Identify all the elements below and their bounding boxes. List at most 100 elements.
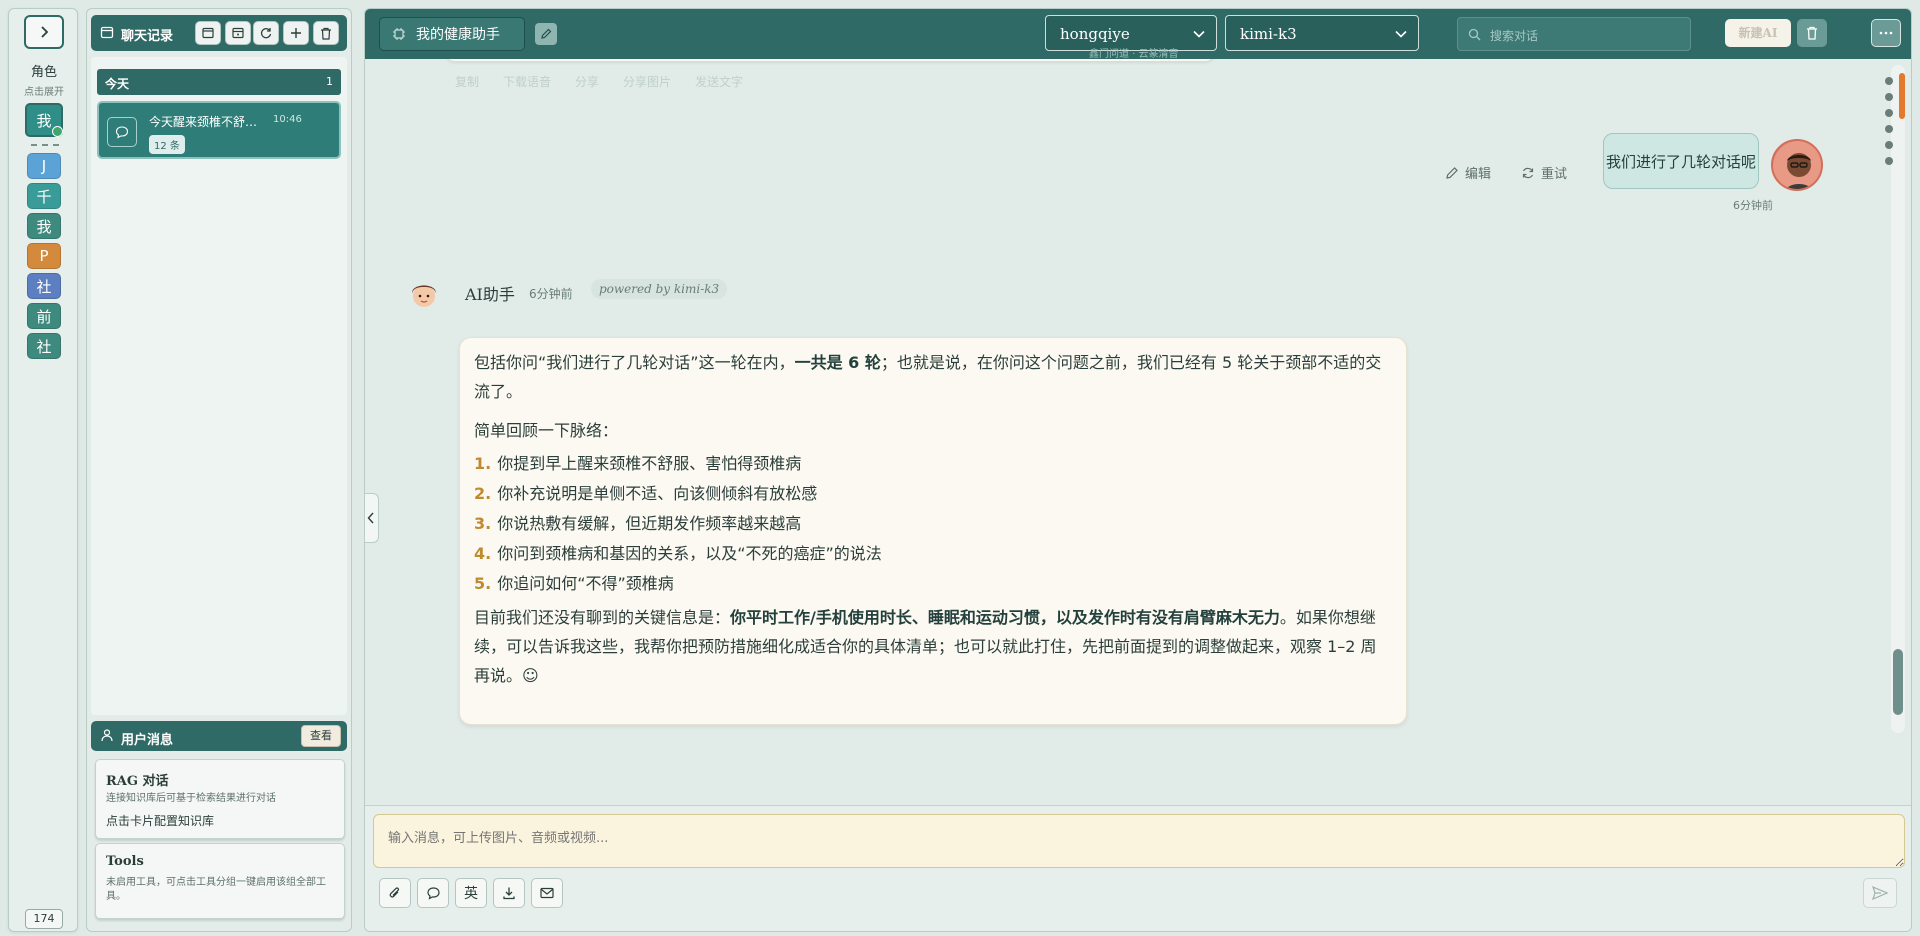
recap-item-number: 5. [474,574,492,593]
assistant-title-button[interactable]: 我的健康助手 [379,17,525,51]
recap-item-number: 4. [474,544,492,563]
user-message-time: 6分钟前 [1733,199,1773,212]
plus-icon [291,28,301,38]
ai-name: AI助手 [465,285,515,304]
history-header: 聊天记录 [91,15,347,51]
ai-message-time: 6分钟前 [529,287,573,301]
provider-subtitle: 鑫门问道 · 云篆清音 [1089,49,1179,60]
history-list: 今天 1 今天醒来颈椎不舒… 10:46 12 条 [91,57,347,715]
role-count-badge: 174 [25,909,63,929]
toggle-view-button[interactable] [195,21,221,45]
send-button[interactable] [1863,878,1897,908]
refresh-icon [260,28,272,39]
edit-label: 编辑 [1465,167,1492,182]
role-button[interactable]: 千 [27,183,61,209]
powered-by-badge: powered by kimi-k3 [591,279,728,299]
trash-icon [1807,26,1817,40]
mail-button[interactable] [531,878,563,908]
recap-item-text: 你补充说明是单侧不适、向该侧倾斜有放松感 [497,484,818,503]
recap-item: 1. 你提到早上醒来颈椎不舒服、害怕得颈椎病 [474,449,1392,479]
calendar-filter-button[interactable] [225,21,251,45]
refresh-button[interactable] [253,21,279,45]
rag-title: RAG 对话 [106,774,169,789]
new-chat-button[interactable] [283,21,309,45]
chevron-down-icon [1395,30,1407,38]
collapse-sidebar-button[interactable] [365,493,379,543]
scroll-position-marker [1899,73,1905,119]
tools-card[interactable]: Tools 未启用工具，可点击工具分组一键启用该组全部工具。 [95,843,345,919]
paperclip-icon [389,887,399,898]
chevron-left-icon [367,512,374,524]
message-mini-nav[interactable] [1879,67,1899,723]
refresh-icon [1522,167,1534,178]
ai-avatar [407,277,441,311]
user-avatar [1771,139,1823,191]
retry-label: 重试 [1541,167,1568,182]
rag-description: 连接知识库后可基于检索结果进行对话 [106,793,276,804]
chat-area: 复制 下载语音 分享 分享图片 发送文字 编辑 重试 我们进行了几轮对话呢 6分… [365,59,1911,805]
rag-card[interactable]: RAG 对话 连接知识库后可基于检索结果进行对话 点击卡片配置知识库 [95,759,345,839]
user-messages-title: 用户消息 [121,733,174,748]
chat-mode-button[interactable] [417,878,449,908]
language-toggle-button[interactable]: 英 [455,878,487,908]
ai-message-card: 包括你问“我们进行了几轮对话”这一轮在内，一共是 6 轮；也就是说，在你问这个问… [459,337,1407,725]
more-button[interactable] [1871,19,1901,47]
composer: 英 [365,805,1911,931]
download-icon [503,887,515,900]
retry-button[interactable]: 重试 [1521,163,1567,182]
ai-paragraph-2: 简单回顾一下脉络： [474,421,619,440]
model-select[interactable]: kimi-k3 [1225,15,1419,51]
search-icon [1468,28,1481,41]
window-icon [202,27,214,39]
user-message-bubble: 我们进行了几轮对话呢 [1603,133,1759,189]
recap-item: 3. 你说热敷有缓解，但近期发作频率越来越高 [474,509,1392,539]
view-button[interactable]: 查看 [301,725,341,747]
recap-item-text: 你说热敷有缓解，但近期发作频率越来越高 [497,514,802,533]
chevron-right-icon [41,26,49,38]
previous-message-actions[interactable]: 复制 下载语音 分享 分享图片 发送文字 [455,73,743,90]
ai-paragraph-1: 包括你问“我们进行了几轮对话”这一轮在内，一共是 6 轮；也就是说，在你问这个问… [474,353,1382,401]
provider-value: hongqiye [1060,25,1130,43]
role-button[interactable]: J [27,153,61,179]
role-rail: 角色 点击展开 我 J千我P社前社 174 [8,8,78,932]
calendar-icon [232,27,244,39]
top-bar: 我的健康助手 hongqiye 鑫门问道 · 云篆清音 kimi-k3 搜索对话… [365,9,1911,60]
chat-bubble-icon [426,887,440,900]
user-messages-header: 用户消息 查看 [91,721,347,751]
previous-message-card [445,59,1215,61]
search-input[interactable]: 搜索对话 [1457,17,1691,51]
rag-action: 点击卡片配置知识库 [106,814,215,828]
download-button[interactable] [493,878,525,908]
recap-item: 2. 你补充说明是单侧不适、向该侧倾斜有放松感 [474,479,1392,509]
role-label: 角色 [30,65,57,80]
mail-icon [540,887,554,899]
group-label: 今天 [105,77,130,91]
role-button[interactable]: 社 [27,333,61,359]
role-button[interactable]: 社 [27,273,61,299]
conversation-item[interactable]: 今天醒来颈椎不舒… 10:46 12 条 [97,101,341,159]
role-button[interactable]: 我 [27,213,61,239]
more-icon [1879,31,1893,35]
chat-bubble-icon [107,117,137,147]
delete-conversation-button[interactable] [1797,19,1827,47]
role-button[interactable]: 前 [27,303,61,329]
new-ai-button[interactable]: 新建AI [1725,19,1791,47]
user-icon [100,728,114,746]
edit-message-button[interactable]: 编辑 [1445,163,1491,182]
delete-history-button[interactable] [313,21,339,45]
attach-button[interactable] [379,878,411,908]
tools-title: Tools [106,854,144,869]
recap-item-number: 1. [474,454,492,473]
model-value: kimi-k3 [1240,25,1297,43]
message-input[interactable] [373,814,1905,868]
recap-item-number: 3. [474,514,492,533]
edit-title-button[interactable] [535,23,557,45]
current-role-button[interactable]: 我 [25,103,63,137]
role-button[interactable]: P [27,243,61,269]
group-header-today[interactable]: 今天 1 [97,69,341,95]
ai-recap-list: 1. 你提到早上醒来颈椎不舒服、害怕得颈椎病 2. 你补充说明是单侧不适、向该侧倾斜有… [474,449,1392,599]
ai-paragraph-3: 目前我们还没有聊到的关键信息是：你平时工作/手机使用时长、睡眠和运动习惯，以及发… [474,608,1377,685]
history-title: 聊天记录 [121,29,174,44]
message-count-badge: 12 条 [149,135,185,154]
expand-rail-button[interactable] [24,15,64,49]
